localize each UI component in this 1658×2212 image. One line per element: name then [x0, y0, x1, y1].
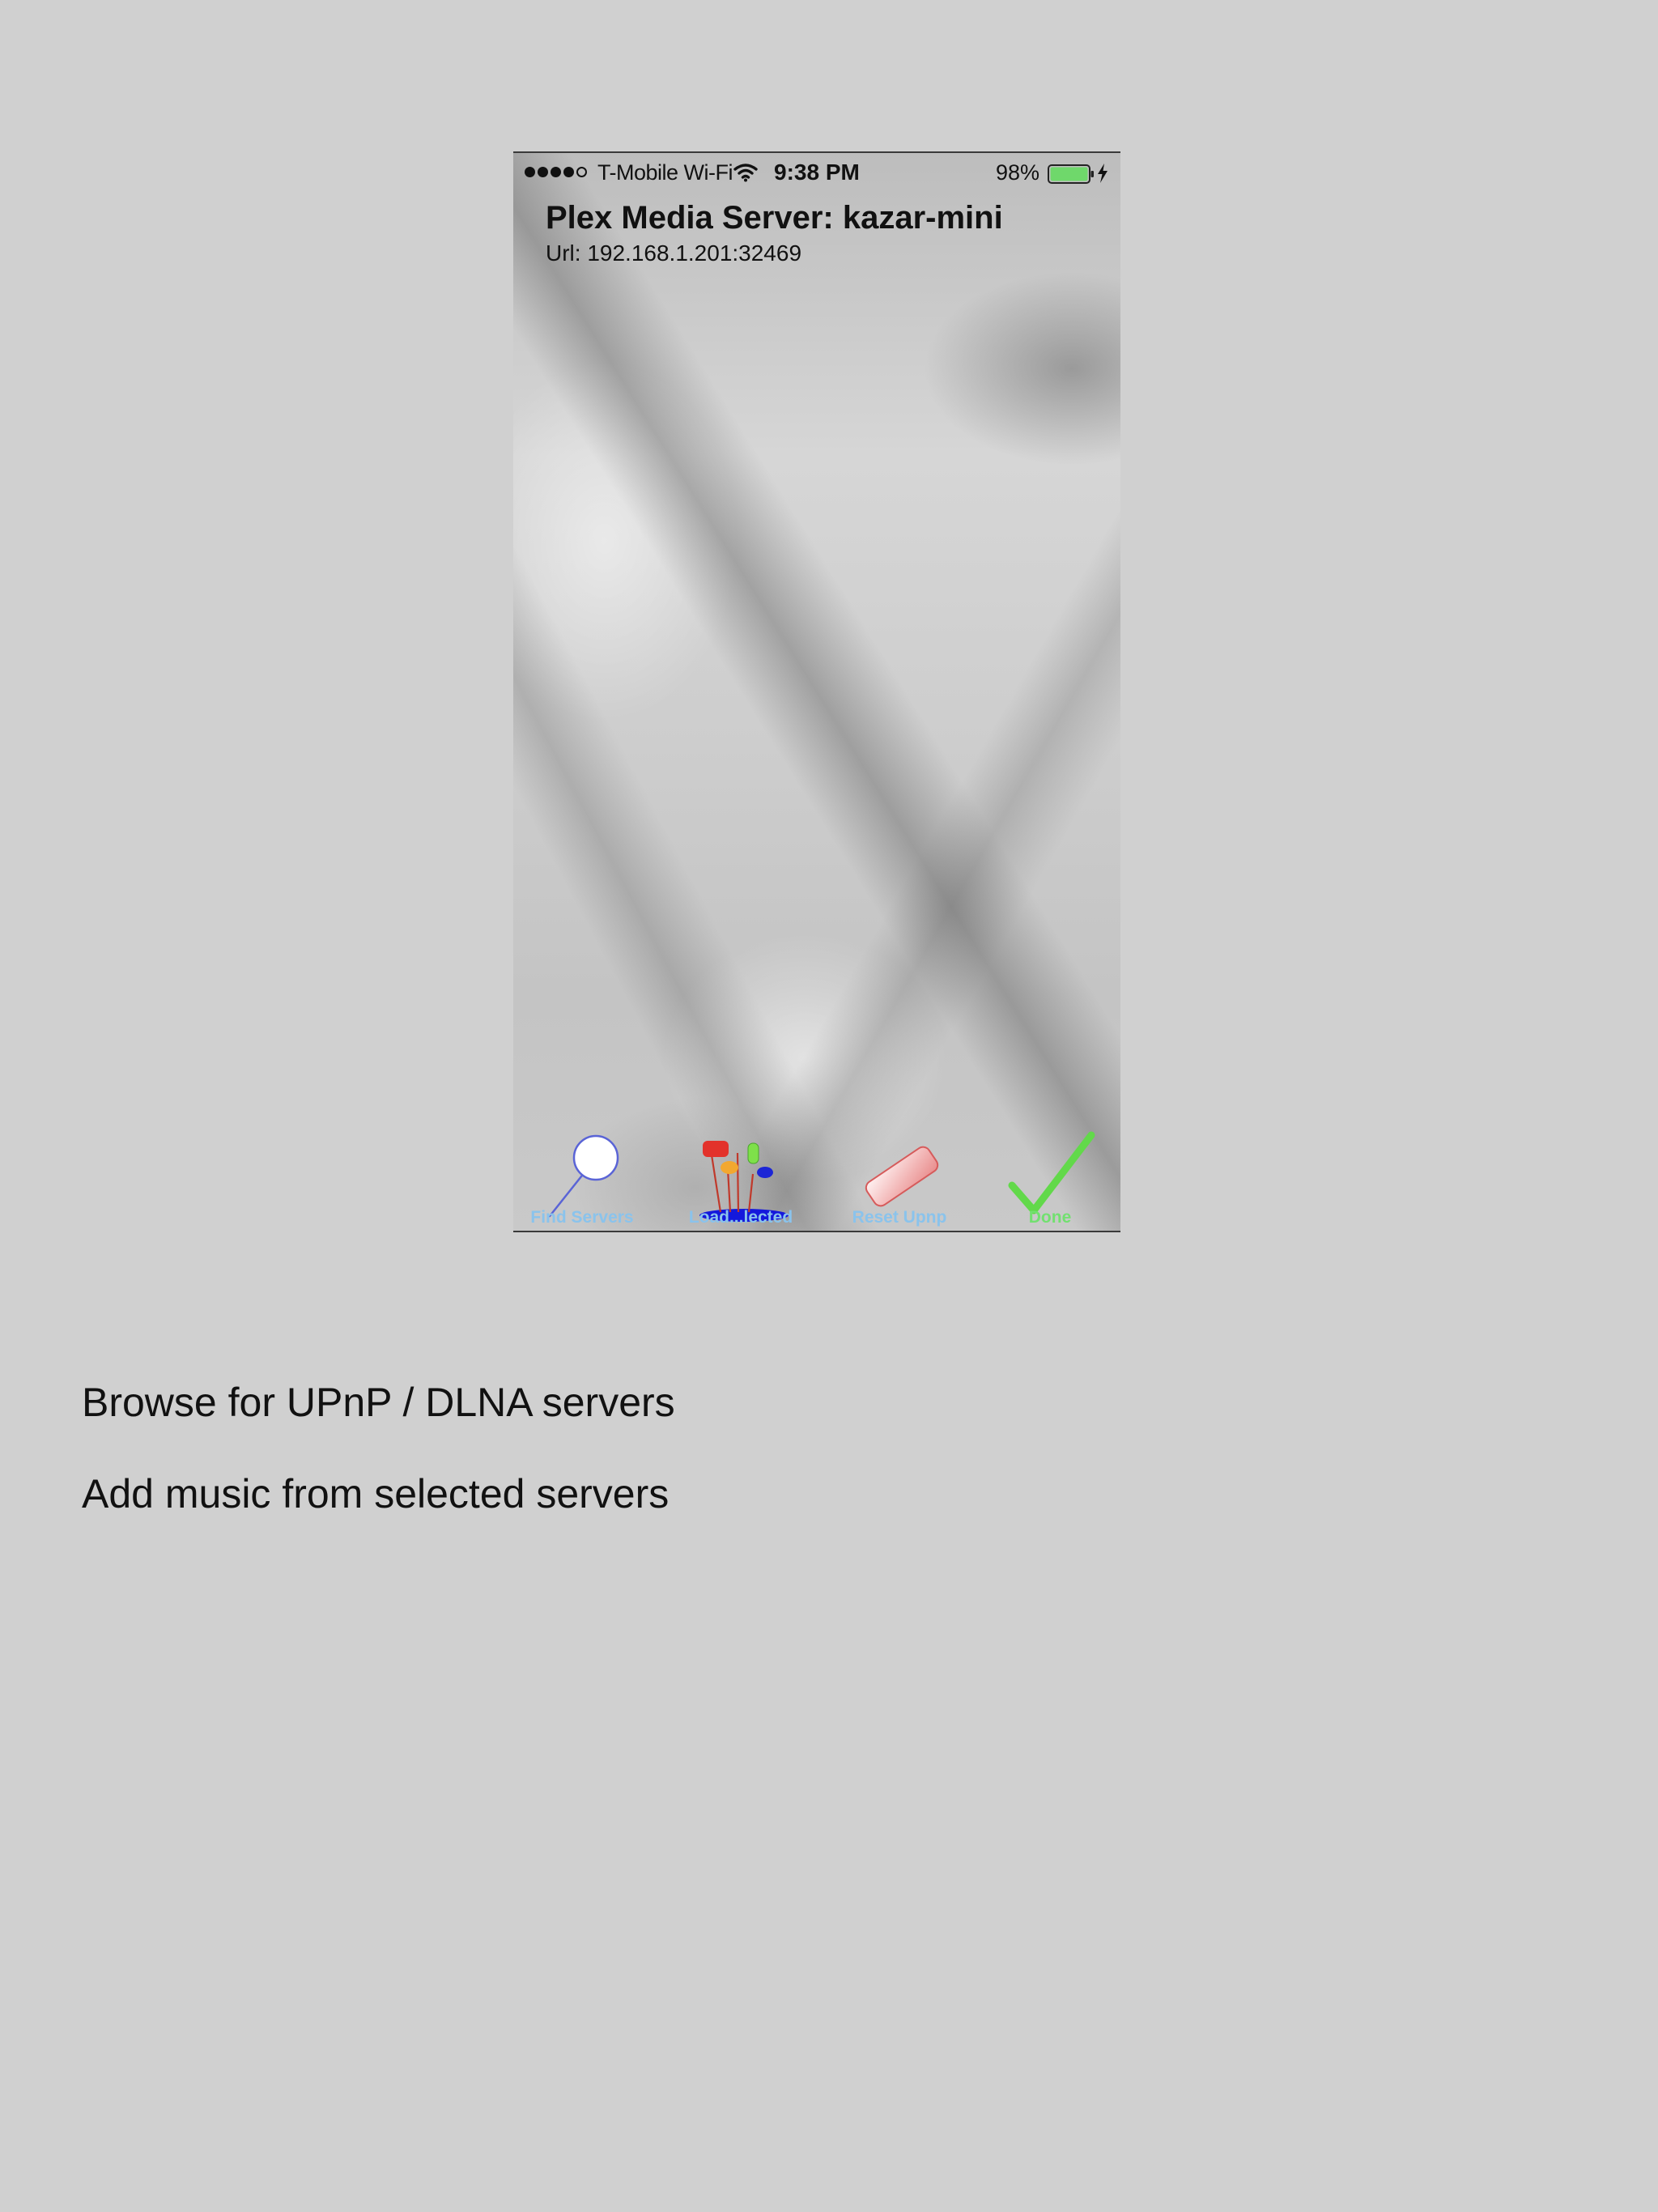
battery-icon — [1048, 164, 1094, 184]
carrier-name: T-Mobile Wi-Fi — [597, 160, 733, 185]
page-title: Plex Media Server: kazar-mini — [546, 200, 1003, 236]
find-servers-label: Find Servers — [530, 1208, 634, 1227]
done-label: Done — [1028, 1208, 1072, 1227]
load-selected-button[interactable]: Load...lected — [672, 1101, 810, 1231]
charging-bolt-icon — [1098, 164, 1107, 183]
clock-time: 9:38 PM — [774, 160, 860, 185]
signal-strength-icon — [525, 167, 587, 177]
status-bar: T-Mobile Wi-Fi 9:38 PM 98% — [513, 153, 1120, 190]
reset-upnp-label: Reset Upnp — [852, 1208, 947, 1227]
load-selected-label: Load...lected — [688, 1208, 793, 1227]
server-url: Url: 192.168.1.201:32469 — [546, 240, 802, 266]
battery-percentage: 98% — [996, 160, 1040, 185]
toolbar: Find Servers Load...lected Reset Upnp Do… — [513, 1101, 1120, 1231]
description-browse-servers: Browse for UPnP / DLNA servers — [82, 1380, 675, 1425]
wifi-icon — [733, 164, 758, 182]
done-button[interactable]: Done — [981, 1101, 1119, 1231]
phone-screenshot: T-Mobile Wi-Fi 9:38 PM 98% Plex Media Se… — [513, 151, 1120, 1232]
description-add-music: Add music from selected servers — [82, 1471, 670, 1516]
find-servers-button[interactable]: Find Servers — [513, 1101, 651, 1231]
reset-upnp-button[interactable]: Reset Upnp — [831, 1101, 968, 1231]
